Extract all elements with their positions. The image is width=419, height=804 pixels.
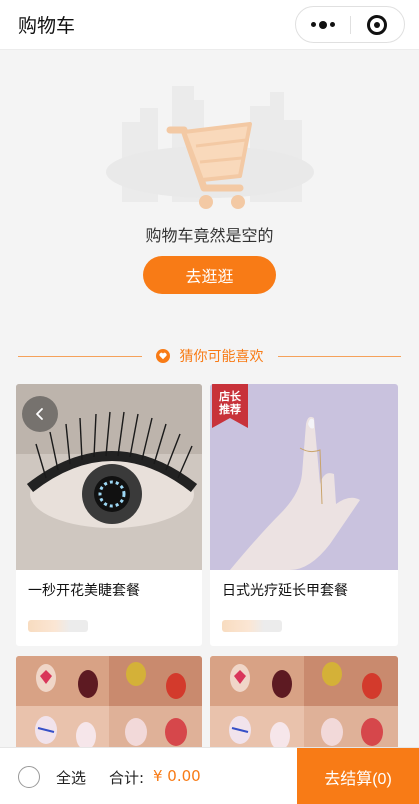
product-name: 日式光疗延长甲套餐 [222, 583, 348, 599]
empty-cart-message: 购物车竟然是空的 [145, 226, 274, 245]
close-button[interactable] [351, 7, 405, 42]
checkout-bar: 全选 合计: ¥ 0.00 去结算(0) [0, 747, 419, 804]
divider-line-right [277, 355, 401, 357]
nav-bar: 购物车 [0, 0, 419, 50]
heart-icon [155, 349, 170, 363]
shop-recommend-badge: 店长 推荐 [212, 384, 248, 428]
total-amount: ¥ 0.00 [153, 767, 201, 785]
more-button[interactable] [296, 7, 350, 42]
more-dots-icon [310, 20, 335, 29]
product-card[interactable] [16, 656, 202, 756]
back-button[interactable] [22, 396, 58, 432]
product-image-nail-collage [16, 656, 202, 756]
total-label: 合计: [109, 769, 145, 787]
product-image-nails: 店长 推荐 [210, 384, 398, 570]
select-all-label[interactable]: 全选 [56, 767, 86, 788]
product-image-nail-collage [210, 656, 398, 756]
recommend-heading: 猜你可能喜欢 [155, 346, 264, 366]
product-name: 一秒开花美睫套餐 [28, 583, 140, 599]
divider-line-left [18, 355, 142, 357]
product-card[interactable]: 一秒开花美睫套餐 [16, 384, 202, 646]
recommend-divider: 猜你可能喜欢 [18, 346, 401, 366]
target-close-icon [367, 14, 388, 35]
product-image-eyelash [16, 384, 202, 570]
svg-text:店长: 店长 [219, 389, 242, 403]
mini-program-capsule [295, 6, 405, 43]
checkout-button[interactable]: 去结算(0) [297, 748, 419, 804]
select-all-checkbox[interactable] [18, 766, 40, 788]
shopping-cart-icon [106, 86, 314, 209]
svg-text:推荐: 推荐 [219, 402, 241, 416]
go-shopping-button[interactable]: 去逛逛 [143, 256, 276, 294]
product-price-placeholder [222, 620, 282, 632]
recommend-label: 猜你可能喜欢 [179, 349, 264, 365]
chevron-left-icon [36, 408, 43, 420]
product-card[interactable]: 店长 推荐 日式光疗延长甲套餐 [210, 384, 398, 646]
product-price-placeholder [28, 620, 88, 632]
page-title: 购物车 [18, 15, 76, 37]
product-card[interactable] [210, 656, 398, 756]
